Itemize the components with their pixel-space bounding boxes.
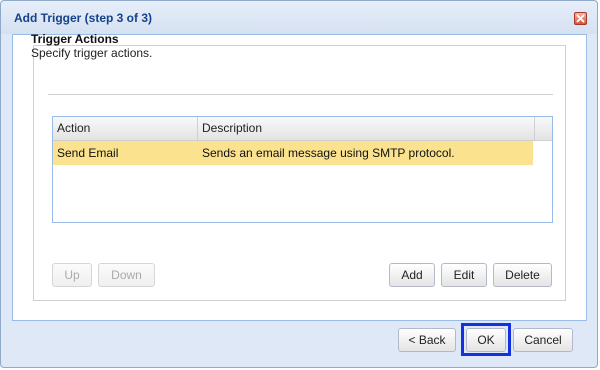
cell-action: Send Email xyxy=(57,146,119,160)
down-button[interactable]: Down xyxy=(98,263,155,287)
add-button[interactable]: Add xyxy=(389,263,435,287)
back-button[interactable]: < Back xyxy=(398,328,456,352)
up-button[interactable]: Up xyxy=(52,263,92,287)
table-row[interactable]: Send Email Sends an email message using … xyxy=(53,141,533,165)
ok-button-highlight xyxy=(461,323,511,356)
add-trigger-dialog: Add Trigger (step 3 of 3) Trigger Action… xyxy=(0,0,598,368)
dialog-titlebar[interactable]: Add Trigger (step 3 of 3) xyxy=(1,1,597,34)
cancel-button[interactable]: Cancel xyxy=(513,328,573,352)
edit-button[interactable]: Edit xyxy=(441,263,487,287)
grid-header: Action Description xyxy=(53,117,552,141)
delete-button[interactable]: Delete xyxy=(493,263,552,287)
actions-grid: Action Description Send Email Sends an e… xyxy=(52,116,553,223)
cell-description: Sends an email message using SMTP protoc… xyxy=(202,146,455,160)
close-icon xyxy=(576,14,585,23)
close-button[interactable] xyxy=(574,12,587,25)
section-title: Trigger Actions xyxy=(31,32,119,46)
column-header-description[interactable]: Description xyxy=(198,117,535,140)
column-header-action[interactable]: Action xyxy=(53,117,198,140)
section-description: Specify trigger actions. xyxy=(31,46,153,60)
dialog-title: Add Trigger (step 3 of 3) xyxy=(14,11,153,25)
section-divider xyxy=(48,94,553,95)
